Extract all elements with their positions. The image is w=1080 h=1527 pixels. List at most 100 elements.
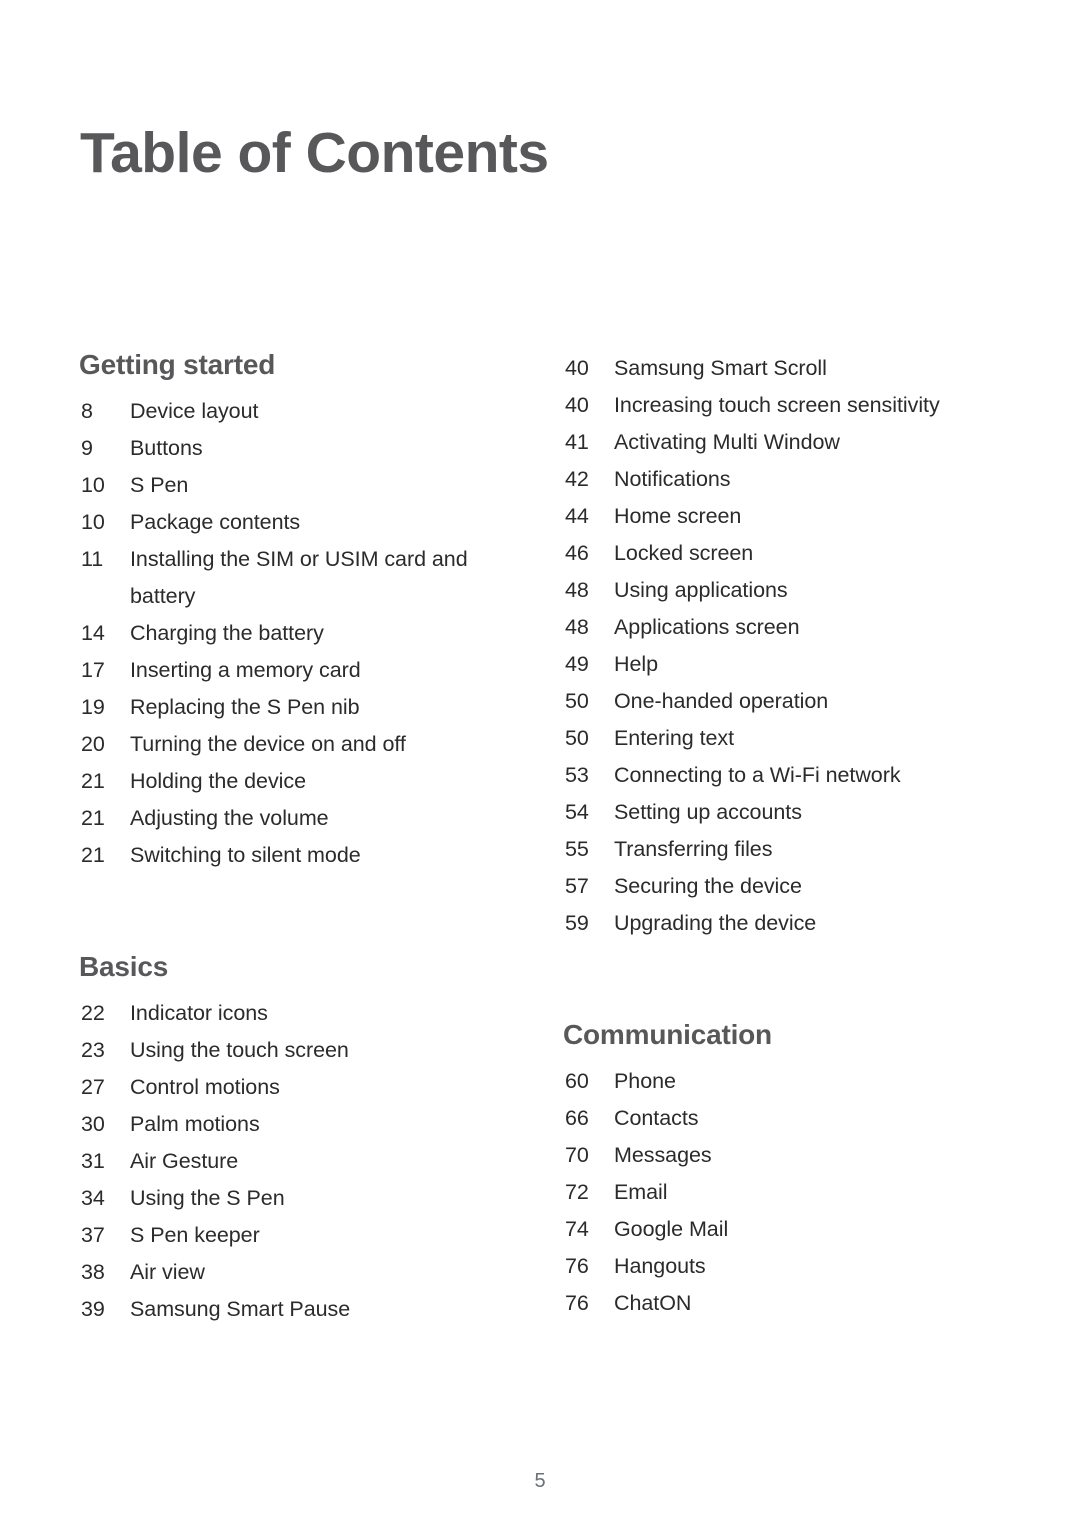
toc-entry[interactable]: 34 Using the S Pen xyxy=(81,1180,511,1217)
toc-entry[interactable]: 50 Entering text xyxy=(565,720,995,757)
toc-entry[interactable]: 40 Increasing touch screen sensitivity xyxy=(565,387,995,424)
toc-entry[interactable]: 48 Applications screen xyxy=(565,609,995,646)
toc-entry[interactable]: 10 S Pen xyxy=(81,467,511,504)
toc-entry-title: Samsung Smart Pause xyxy=(130,1296,351,1321)
toc-entry-page-number: 20 xyxy=(81,731,105,756)
toc-entry-page-number: 55 xyxy=(565,837,589,861)
toc-entry-title: Device layout xyxy=(130,398,259,423)
toc-entry[interactable]: 40 Samsung Smart Scroll xyxy=(565,350,995,387)
toc-entry-page-number: 54 xyxy=(565,800,589,824)
toc-entry-page-number: 22 xyxy=(81,1000,105,1025)
toc-entry[interactable]: 22 Indicator icons xyxy=(81,995,511,1032)
toc-entry[interactable]: 17 Inserting a memory card xyxy=(81,652,511,689)
toc-entry[interactable]: 76 ChatON xyxy=(565,1285,995,1322)
toc-entry-page-number: 76 xyxy=(565,1253,589,1278)
toc-entry-page-number: 21 xyxy=(81,768,105,793)
toc-entry[interactable]: 70 Messages xyxy=(565,1137,995,1174)
toc-entry[interactable]: 44 Home screen xyxy=(565,498,995,535)
toc-entry[interactable]: 20 Turning the device on and off xyxy=(81,726,511,763)
toc-entry-page-number: 31 xyxy=(81,1148,105,1173)
toc-entry[interactable]: 31 Air Gesture xyxy=(81,1143,511,1180)
toc-entry[interactable]: 41 Activating Multi Window xyxy=(565,424,995,461)
toc-entry-page-number: 38 xyxy=(81,1259,105,1284)
toc-entry[interactable]: 30 Palm motions xyxy=(81,1106,511,1143)
toc-entry-title: Increasing touch screen sensitivity xyxy=(614,393,940,417)
toc-entry[interactable]: 49 Help xyxy=(565,646,995,683)
page-title: Table of Contents xyxy=(80,121,549,185)
toc-entry-page-number: 70 xyxy=(565,1142,589,1167)
toc-entry[interactable]: 23 Using the touch screen xyxy=(81,1032,511,1069)
toc-entry-page-number: 19 xyxy=(81,694,105,719)
toc-entry-page-number: 48 xyxy=(565,578,589,602)
toc-entry[interactable]: 42 Notifications xyxy=(565,461,995,498)
toc-entry-page-number: 27 xyxy=(81,1074,105,1099)
toc-entry[interactable]: 37 S Pen keeper xyxy=(81,1217,511,1254)
toc-entry-page-number: 59 xyxy=(565,911,589,935)
toc-entry-title: Contacts xyxy=(614,1105,699,1130)
toc-entry-title: Locked screen xyxy=(614,541,754,565)
toc-entry-page-number: 74 xyxy=(565,1216,589,1241)
toc-entry-page-number: 10 xyxy=(81,509,105,534)
toc-entry[interactable]: 21 Holding the device xyxy=(81,763,511,800)
toc-entry-title: Adjusting the volume xyxy=(130,805,329,830)
toc-entry[interactable]: 48 Using applications xyxy=(565,572,995,609)
toc-entry-title: Air Gesture xyxy=(130,1148,239,1173)
toc-entry-page-number: 48 xyxy=(565,615,589,639)
toc-entry[interactable]: 53 Connecting to a Wi-Fi network xyxy=(565,757,995,794)
toc-entry-title: One-handed operation xyxy=(614,689,829,713)
toc-entry-title: Applications screen xyxy=(614,615,800,639)
toc-entry[interactable]: 46 Locked screen xyxy=(565,535,995,572)
toc-entry-page-number: 39 xyxy=(81,1296,105,1321)
section-heading: Basics xyxy=(79,950,169,982)
toc-section: Getting started 8 Device layout 9 Buttons 10 S… xyxy=(79,349,511,874)
toc-entry-title: Inserting a memory card xyxy=(130,657,361,682)
toc-entry[interactable]: 76 Hangouts xyxy=(565,1248,995,1285)
toc-page: Table of Contents Getting started 8 Device… xyxy=(0,0,1080,1527)
toc-entry-page-number: 72 xyxy=(565,1179,589,1204)
toc-entry[interactable]: 54 Setting up accounts xyxy=(565,794,995,831)
toc-entry-page-number: 40 xyxy=(565,356,589,380)
toc-entry-page-number: 23 xyxy=(81,1037,105,1062)
toc-entry-title: Upgrading the device xyxy=(614,911,817,935)
toc-entry-title: Control motions xyxy=(130,1074,280,1099)
toc-entry-page-number: 42 xyxy=(565,467,589,491)
toc-entry[interactable]: 19 Replacing the S Pen nib xyxy=(81,689,511,726)
toc-entry[interactable]: 55 Transferring files xyxy=(565,831,995,868)
toc-entry[interactable]: 9 Buttons xyxy=(81,430,511,467)
toc-entry[interactable]: 72 Email xyxy=(565,1174,995,1211)
toc-entry-title: Palm motions xyxy=(130,1111,260,1136)
toc-entry[interactable]: 50 One-handed operation xyxy=(565,683,995,720)
toc-entry-title: Securing the device xyxy=(614,874,802,898)
toc-entry-title: Using the S Pen xyxy=(130,1185,285,1210)
toc-entry-title: Turning the device on and off xyxy=(130,731,406,756)
toc-entry-title: Samsung Smart Scroll xyxy=(614,356,827,380)
toc-section: Communication 60 Phone 66 Contacts 70 Messages… xyxy=(563,1019,995,1322)
toc-entry[interactable]: 39 Samsung Smart Pause xyxy=(81,1291,511,1328)
toc-entry-page-number: 60 xyxy=(565,1068,589,1093)
toc-entry-title: Google Mail xyxy=(614,1216,729,1241)
toc-entry-page-number: 50 xyxy=(565,689,589,713)
toc-entry[interactable]: 14 Charging the battery xyxy=(81,615,511,652)
toc-entry[interactable]: 74 Google Mail xyxy=(565,1211,995,1248)
toc-entry[interactable]: 27 Control motions xyxy=(81,1069,511,1106)
toc-entry[interactable]: 59 Upgrading the device xyxy=(565,905,995,942)
toc-entry[interactable]: 8 Device layout xyxy=(81,393,511,430)
toc-entry-title: Messages xyxy=(614,1142,712,1167)
toc-entry[interactable]: 66 Contacts xyxy=(565,1100,995,1137)
toc-entry-page-number: 50 xyxy=(565,726,589,750)
toc-entry-title: Indicator icons xyxy=(130,1000,268,1025)
toc-entry[interactable]: 60 Phone xyxy=(565,1063,995,1100)
toc-entry-page-number: 34 xyxy=(81,1185,105,1210)
toc-entry-page-number: 57 xyxy=(565,874,589,898)
toc-entry-title: Hangouts xyxy=(614,1253,706,1278)
toc-entry-page-number: 9 xyxy=(81,435,93,460)
toc-entry[interactable]: 21 Adjusting the volume xyxy=(81,800,511,837)
toc-entry-page-number: 40 xyxy=(565,393,589,417)
toc-entry[interactable]: 11 Installing the SIM or USIM card and ba… xyxy=(81,541,511,615)
toc-entry[interactable]: 38 Air view xyxy=(81,1254,511,1291)
toc-entry-title: Notifications xyxy=(614,467,731,491)
toc-entry-title: Installing the SIM or USIM card and batt… xyxy=(130,546,468,608)
toc-entry[interactable]: 57 Securing the device xyxy=(565,868,995,905)
toc-entry[interactable]: 21 Switching to silent mode xyxy=(81,837,511,874)
toc-entry[interactable]: 10 Package contents xyxy=(81,504,511,541)
